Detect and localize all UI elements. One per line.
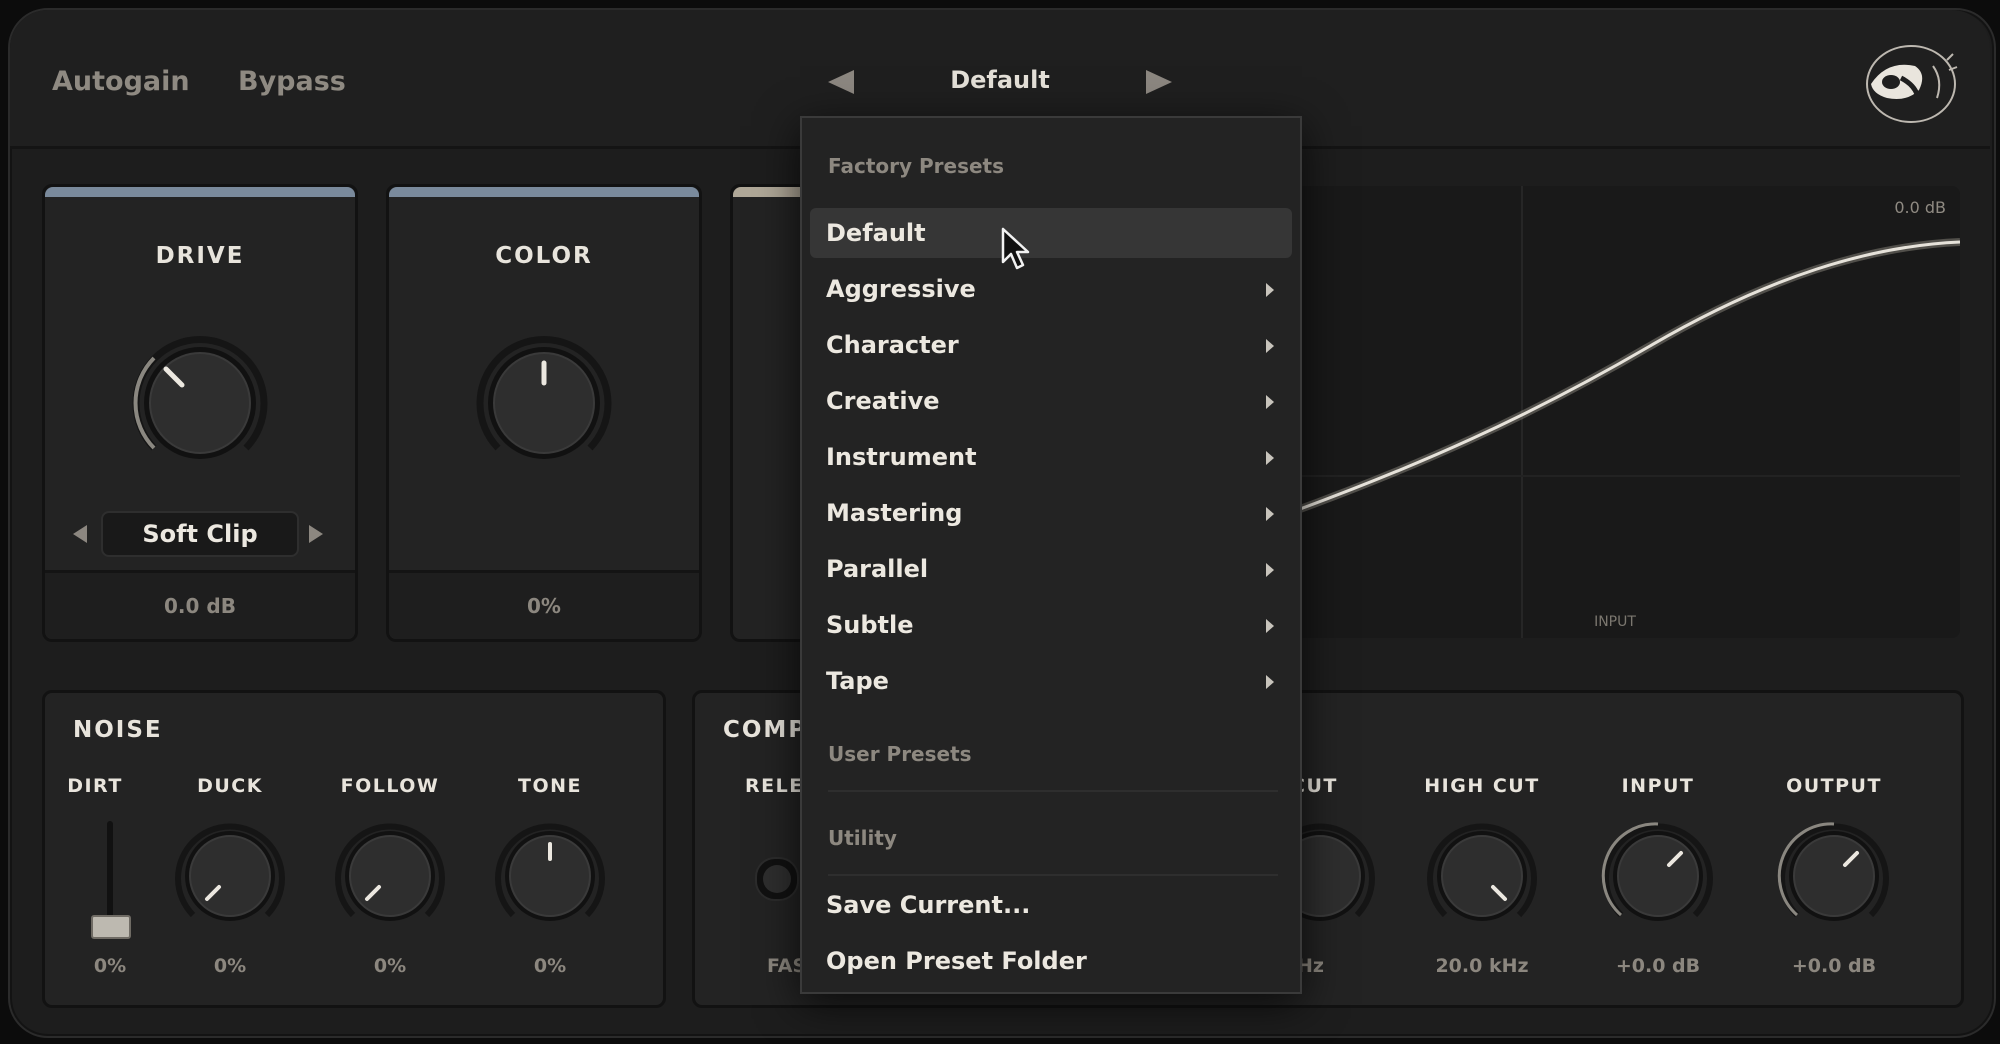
follow-label: FOLLOW	[340, 775, 440, 797]
left-triangle-icon	[828, 70, 854, 94]
dirt-label: DIRT	[67, 775, 123, 797]
menu-item-label: Creative	[826, 387, 940, 415]
submenu-arrow-icon	[1266, 283, 1274, 297]
menu-item-label: Tape	[826, 667, 889, 695]
sloth-logo-icon	[1866, 45, 1958, 123]
menu-item-label: Instrument	[826, 443, 977, 471]
tone-knob[interactable]	[485, 811, 615, 941]
menu-item-label: Default	[826, 219, 926, 247]
preset-menu: Factory Presets Default Aggressive Chara…	[800, 116, 1302, 994]
menu-item-subtle[interactable]: Subtle	[810, 600, 1292, 650]
output-label: OUTPUT	[1786, 775, 1882, 797]
menu-item-open-preset-folder[interactable]: Open Preset Folder	[810, 936, 1292, 986]
menu-item-label: Parallel	[826, 555, 929, 583]
submenu-arrow-icon	[1266, 395, 1274, 409]
menu-item-instrument[interactable]: Instrument	[810, 432, 1292, 482]
menu-item-label: Open Preset Folder	[826, 947, 1087, 975]
menu-item-label: Character	[826, 331, 959, 359]
menu-separator	[828, 874, 1278, 876]
preset-name[interactable]: Default	[920, 66, 1080, 94]
menu-item-character[interactable]: Character	[810, 320, 1292, 370]
drive-mode-prev-button[interactable]	[71, 523, 89, 545]
transfer-curve-graph: 0.0 dB INPUT	[1270, 186, 1960, 638]
menu-item-creative[interactable]: Creative	[810, 376, 1292, 426]
menu-item-parallel[interactable]: Parallel	[810, 544, 1292, 594]
dirt-slider-handle[interactable]	[91, 915, 131, 939]
submenu-arrow-icon	[1266, 675, 1274, 689]
menu-item-label: Subtle	[826, 611, 914, 639]
menu-item-aggressive[interactable]: Aggressive	[810, 264, 1292, 314]
menu-item-label: Mastering	[826, 499, 963, 527]
output-knob[interactable]	[1769, 811, 1899, 941]
user-presets-header: User Presets	[828, 742, 972, 766]
menu-item-label: Save Current...	[826, 891, 1031, 919]
bypass-button[interactable]: Bypass	[238, 66, 346, 97]
tone-label: TONE	[518, 775, 582, 797]
drive-knob[interactable]	[110, 313, 290, 493]
menu-separator	[828, 790, 1278, 792]
low-cut-label: CUT	[1291, 775, 1338, 797]
input-label: INPUT	[1621, 775, 1695, 797]
prev-preset-button[interactable]	[826, 68, 856, 96]
color-value[interactable]: 0%	[389, 570, 699, 639]
graph-input-label: INPUT	[1594, 614, 1636, 630]
drive-mode-select[interactable]: Soft Clip	[101, 511, 299, 557]
input-value[interactable]: +0.0 dB	[1583, 955, 1733, 977]
drive-panel-accent	[45, 187, 355, 197]
factory-presets-header: Factory Presets	[828, 154, 1005, 178]
drive-title: DRIVE	[155, 243, 245, 269]
menu-item-save-current[interactable]: Save Current...	[810, 880, 1292, 930]
low-cut-value[interactable]: Hz	[1297, 955, 1357, 977]
drive-panel: DRIVE Soft Clip 0.0 dB	[42, 184, 358, 642]
right-triangle-icon	[1146, 70, 1172, 94]
noise-panel: NOISE DIRT 0% DUCK 0% FOLLOW 0% TONE 0%	[42, 690, 666, 1008]
submenu-arrow-icon	[1266, 619, 1274, 633]
input-knob[interactable]	[1593, 811, 1723, 941]
autogain-button[interactable]: Autogain	[52, 66, 190, 97]
color-title: COLOR	[495, 243, 593, 269]
noise-title: NOISE	[73, 717, 163, 743]
mouse-cursor-icon	[1001, 227, 1030, 270]
submenu-arrow-icon	[1266, 563, 1274, 577]
duck-label: DUCK	[197, 775, 263, 797]
output-value[interactable]: +0.0 dB	[1759, 955, 1909, 977]
comp-title: COMP	[723, 717, 808, 743]
high-cut-value[interactable]: 20.0 kHz	[1407, 955, 1557, 977]
menu-item-default[interactable]: Default	[810, 208, 1292, 258]
release-toggle[interactable]	[755, 857, 799, 901]
utility-header: Utility	[828, 826, 897, 850]
next-preset-button[interactable]	[1144, 68, 1174, 96]
menu-item-mastering[interactable]: Mastering	[810, 488, 1292, 538]
transfer-curve	[1270, 186, 1960, 638]
menu-item-tape[interactable]: Tape	[810, 656, 1292, 706]
color-panel: COLOR 0%	[386, 184, 702, 642]
submenu-arrow-icon	[1266, 451, 1274, 465]
drive-value[interactable]: 0.0 dB	[45, 570, 355, 639]
drive-mode-next-button[interactable]	[307, 523, 325, 545]
high-cut-knob[interactable]	[1417, 811, 1547, 941]
submenu-arrow-icon	[1266, 339, 1274, 353]
high-cut-label: HIGH CUT	[1424, 775, 1540, 797]
dirt-slider-track[interactable]	[107, 821, 113, 929]
graph-db-label: 0.0 dB	[1894, 198, 1946, 217]
color-panel-accent	[389, 187, 699, 197]
submenu-arrow-icon	[1266, 507, 1274, 521]
color-knob[interactable]	[454, 313, 634, 493]
menu-item-label: Aggressive	[826, 275, 976, 303]
duck-knob[interactable]	[165, 811, 295, 941]
tone-value[interactable]: 0%	[475, 955, 625, 977]
follow-value[interactable]: 0%	[315, 955, 465, 977]
follow-knob[interactable]	[325, 811, 455, 941]
duck-value[interactable]: 0%	[155, 955, 305, 977]
